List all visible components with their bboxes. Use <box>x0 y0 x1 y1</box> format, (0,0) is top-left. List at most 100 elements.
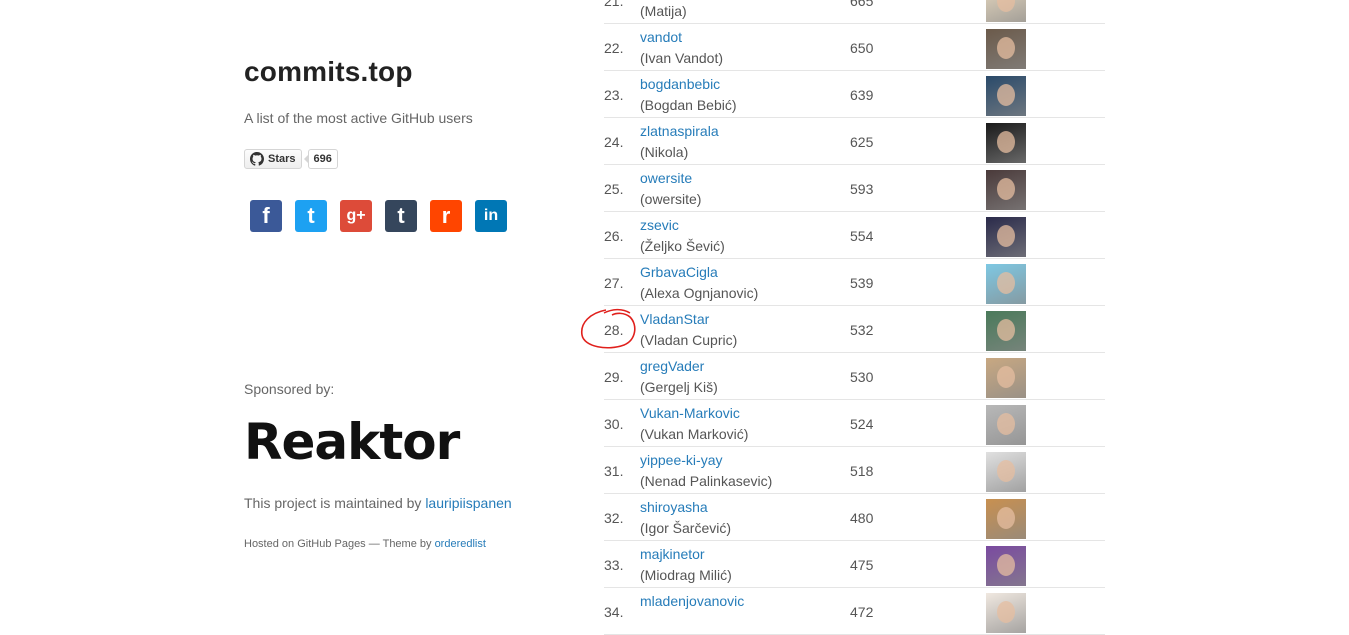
rank: 32. <box>604 510 624 526</box>
hosted-prefix: Hosted on GitHub Pages — Theme by <box>244 538 435 550</box>
user-login-link[interactable]: vandot <box>640 29 682 45</box>
tumblr-icon[interactable]: t <box>385 200 417 232</box>
rank: 25. <box>604 181 624 197</box>
user-avatar[interactable] <box>986 76 1026 116</box>
avatar-face <box>997 601 1015 623</box>
linkedin-icon[interactable]: in <box>475 200 507 232</box>
user-login-link[interactable]: mladenjovanovic <box>640 593 744 609</box>
github-stars-label: Stars <box>268 153 296 165</box>
user-login-link[interactable]: zsevic <box>640 217 679 233</box>
table-row: 30. Vukan-Markovic (Vukan Marković) 524 <box>604 400 1105 447</box>
table-row: 33. majkinetor (Miodrag Milić) 475 <box>604 541 1105 588</box>
site-title[interactable]: commits.top <box>244 56 413 88</box>
social-share-bar: f t g+ t r in <box>250 200 507 232</box>
rank: 24. <box>604 134 624 150</box>
user-full-name: (Vukan Marković) <box>640 426 749 442</box>
avatar-face <box>997 131 1015 153</box>
avatar-face <box>997 37 1015 59</box>
reddit-icon[interactable]: r <box>430 200 462 232</box>
maintainer-prefix: This project is maintained by <box>244 495 426 511</box>
user-avatar[interactable] <box>986 452 1026 492</box>
user-login-link[interactable]: shiroyasha <box>640 499 708 515</box>
user-avatar[interactable] <box>986 499 1026 539</box>
user-login-link[interactable]: yippee-ki-yay <box>640 452 722 468</box>
github-stars-widget: Stars 696 <box>244 149 338 169</box>
avatar-face <box>997 225 1015 247</box>
user-avatar[interactable] <box>986 123 1026 163</box>
user-avatar[interactable] <box>986 546 1026 586</box>
avatar-face <box>997 0 1015 12</box>
theme-author-link[interactable]: orderedlist <box>435 538 486 550</box>
commit-count: 639 <box>850 87 874 103</box>
user-full-name: (Igor Šarčević) <box>640 520 732 536</box>
user-login-link[interactable]: owersite <box>640 170 692 186</box>
avatar-face <box>997 366 1015 388</box>
user-avatar[interactable] <box>986 311 1026 351</box>
table-row: 28. VladanStar (Vladan Cupric) 532 <box>604 306 1105 353</box>
commit-count: 650 <box>850 40 874 56</box>
users-table: 21. (Matija) 665 22. vandot (Ivan Vandot) 650 2… <box>604 0 1105 635</box>
commit-count: 532 <box>850 322 874 338</box>
user-avatar[interactable] <box>986 217 1026 257</box>
avatar-face <box>997 319 1015 341</box>
table-row: 21. (Matija) 665 <box>604 0 1105 24</box>
user-login-link[interactable]: zlatnaspirala <box>640 123 719 139</box>
rank: 22. <box>604 40 624 56</box>
commit-count: 480 <box>850 510 874 526</box>
github-stars-count[interactable]: 696 <box>303 149 338 169</box>
user-full-name: (Ivan Vandot) <box>640 50 724 66</box>
rank: 21. <box>604 0 624 9</box>
facebook-icon[interactable]: f <box>250 200 282 232</box>
user-login-link[interactable]: GrbavaCigla <box>640 264 718 280</box>
user-avatar[interactable] <box>986 264 1026 304</box>
table-row: 32. shiroyasha (Igor Šarčević) 480 <box>604 494 1105 541</box>
user-login-link[interactable]: bogdanbebic <box>640 76 720 92</box>
maintainer-link[interactable]: lauripiispanen <box>425 495 511 511</box>
table-row: 34. mladenjovanovic 472 <box>604 588 1105 635</box>
hosted-note: Hosted on GitHub Pages — Theme by ordere… <box>244 538 486 550</box>
commit-count: 518 <box>850 463 874 479</box>
maintainer-note: This project is maintained by lauripiisp… <box>244 495 512 511</box>
user-avatar[interactable] <box>986 29 1026 69</box>
rank: 27. <box>604 275 624 291</box>
rank: 30. <box>604 416 624 432</box>
rank: 33. <box>604 557 624 573</box>
commit-count: 472 <box>850 604 874 620</box>
user-login-link[interactable]: Vukan-Markovic <box>640 405 740 421</box>
twitter-icon[interactable]: t <box>295 200 327 232</box>
table-row: 31. yippee-ki-yay (Nenad Palinkasevic) 518 <box>604 447 1105 494</box>
user-full-name: (Nenad Palinkasevic) <box>640 473 773 489</box>
user-avatar[interactable] <box>986 358 1026 398</box>
rank: 23. <box>604 87 624 103</box>
avatar-face <box>997 272 1015 294</box>
rank: 31. <box>604 463 624 479</box>
user-avatar[interactable] <box>986 170 1026 210</box>
table-row: 25. owersite (owersite) 593 <box>604 165 1105 212</box>
user-full-name: (Miodrag Milić) <box>640 567 732 583</box>
avatar-face <box>997 554 1015 576</box>
commit-count: 524 <box>850 416 874 432</box>
commit-count: 530 <box>850 369 874 385</box>
user-full-name: (Vladan Cupric) <box>640 332 738 348</box>
user-avatar[interactable] <box>986 405 1026 445</box>
user-login-link[interactable]: VladanStar <box>640 311 709 327</box>
user-avatar[interactable] <box>986 593 1026 633</box>
avatar-face <box>997 413 1015 435</box>
user-full-name: (owersite) <box>640 191 702 207</box>
reaktor-logo[interactable]: Reaktor <box>244 413 460 471</box>
table-row: 26. zsevic (Željko Šević) 554 <box>604 212 1105 259</box>
rank: 28. <box>604 322 624 338</box>
commit-count: 665 <box>850 0 874 9</box>
google-plus-icon[interactable]: g+ <box>340 200 372 232</box>
table-row: 24. zlatnaspirala (Nikola) 625 <box>604 118 1105 165</box>
github-stars-button[interactable]: Stars <box>244 149 302 169</box>
user-avatar[interactable] <box>986 0 1026 22</box>
user-login-link[interactable]: gregVader <box>640 358 704 374</box>
user-full-name: (Željko Šević) <box>640 238 725 254</box>
commit-count: 554 <box>850 228 874 244</box>
rank: 26. <box>604 228 624 244</box>
user-login-link[interactable]: majkinetor <box>640 546 705 562</box>
rank: 34. <box>604 604 624 620</box>
user-full-name: (Bogdan Bebić) <box>640 97 737 113</box>
site-tagline: A list of the most active GitHub users <box>244 110 473 126</box>
